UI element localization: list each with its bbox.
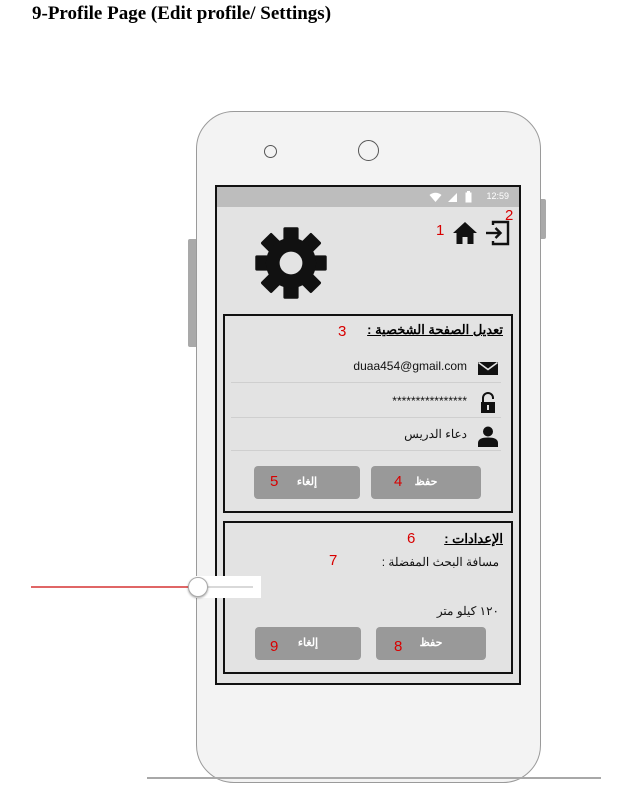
document-title: 9-Profile Page (Edit profile/ Settings) [32,3,332,24]
email-field[interactable]: duaa454@gmail.com [231,352,501,383]
baseline-divider [147,777,601,779]
phone-screen: 12:59 تعديل الصفحة الشخصية : duaa454@gma… [215,185,521,685]
search-distance-label: مسافة البحث المفضلة : [381,555,499,569]
name-value: دعاء الدريس [404,427,467,441]
slider-thumb[interactable] [188,577,208,597]
battery-icon [465,191,472,203]
search-distance-value: ١٢٠ كيلو متر [436,604,499,618]
mail-icon [478,361,498,375]
annotation-6: 6 [407,530,416,547]
phone-sensor [264,145,277,158]
annotation-4: 4 [394,473,403,490]
email-value: duaa454@gmail.com [353,359,467,373]
annotation-7: 7 [329,552,338,569]
settings-save-button[interactable]: حفظ [376,627,486,660]
settings-title: الإعدادات : [444,531,503,546]
annotation-5: 5 [270,473,279,490]
profile-save-button[interactable]: حفظ [371,466,481,499]
status-bar: 12:59 [217,187,519,207]
user-icon [478,426,498,447]
annotation-9: 9 [270,638,279,655]
home-icon[interactable] [452,220,478,246]
status-time: 12:59 [486,191,509,201]
slider-fill [31,586,198,588]
phone-camera [358,140,379,161]
search-distance-slider[interactable] [25,576,261,598]
name-field[interactable]: دعاء الدريس [231,420,501,451]
annotation-8: 8 [394,638,403,655]
annotation-3: 3 [338,323,347,340]
annotation-2: 2 [505,207,514,224]
signal-icon [448,193,457,202]
password-field[interactable]: **************** [231,387,501,418]
lock-icon [481,392,495,413]
edit-profile-title: تعديل الصفحة الشخصية : [367,322,503,337]
edit-profile-section: تعديل الصفحة الشخصية : duaa454@gmail.com… [223,314,513,513]
settings-section: الإعدادات : مسافة البحث المفضلة : ١٢٠ كي… [223,521,513,674]
gear-icon[interactable] [253,225,329,301]
password-value: **************** [392,394,467,408]
annotation-1: 1 [436,222,445,239]
wifi-icon [429,192,442,202]
